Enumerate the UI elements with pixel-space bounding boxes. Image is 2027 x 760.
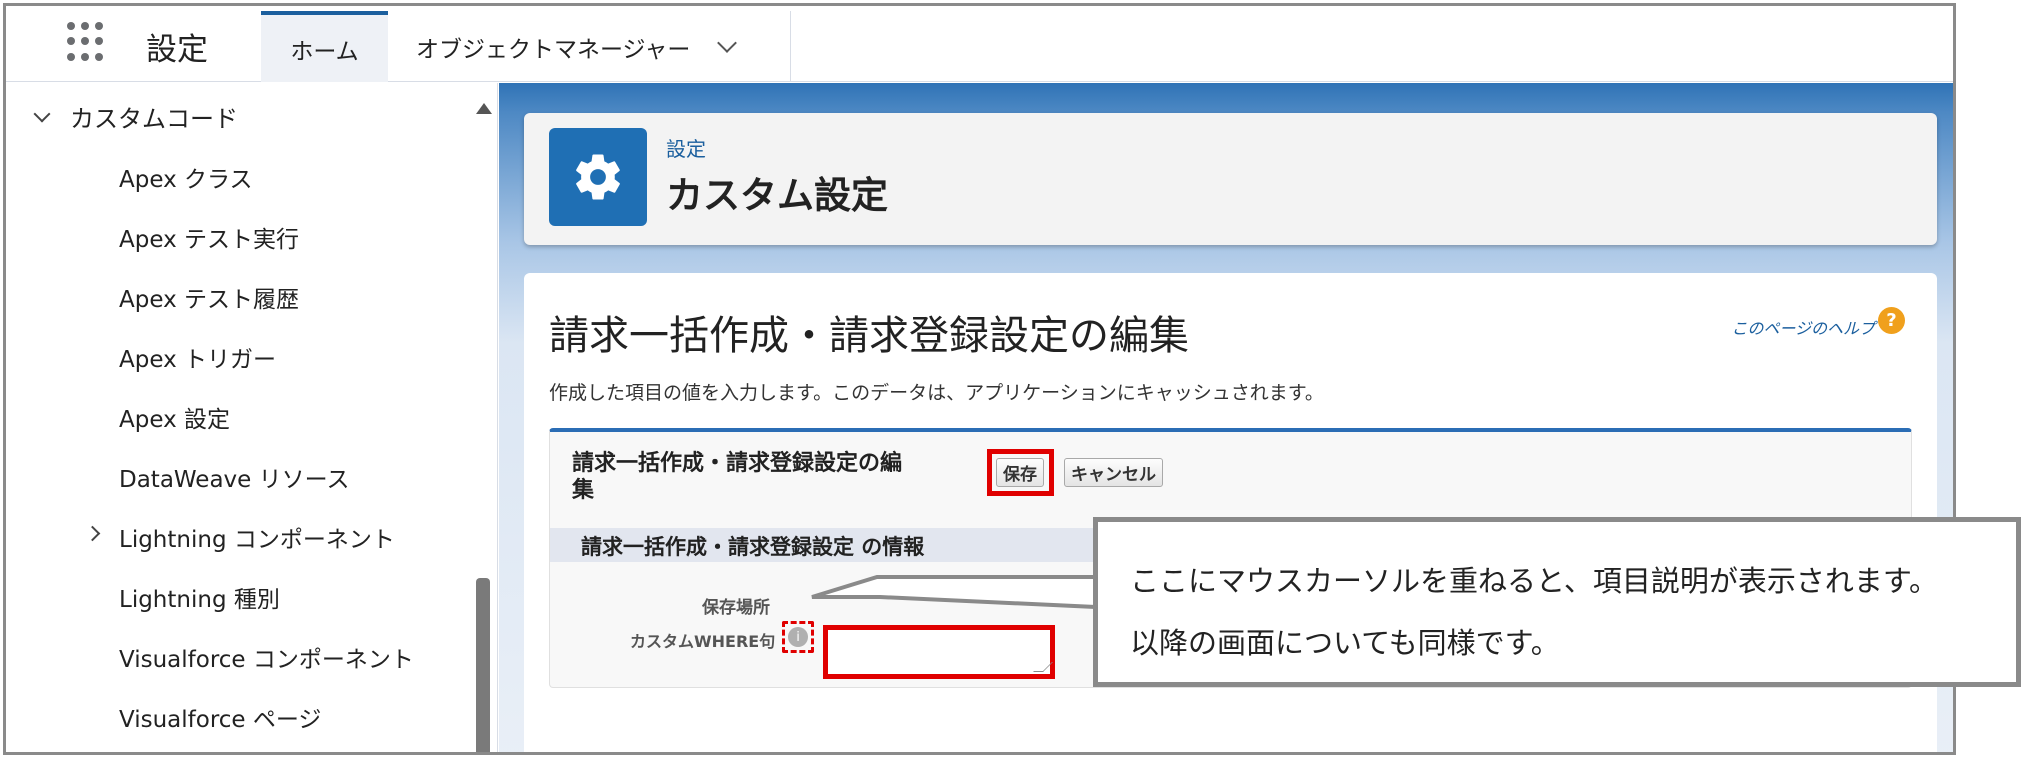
- sidebar-section-label: カスタムコード: [70, 105, 238, 133]
- field-help-icon[interactable]: i: [788, 627, 808, 647]
- sidebar-section-custom-code[interactable]: カスタムコード: [33, 99, 238, 134]
- chevron-down-icon: [33, 105, 51, 122]
- chevron-down-icon[interactable]: [717, 32, 738, 53]
- sidebar-item-apex-settings[interactable]: Apex 設定: [119, 400, 230, 434]
- location-label: 保存場所: [702, 598, 770, 618]
- breadcrumb[interactable]: 設定: [666, 133, 706, 162]
- app-launcher-icon[interactable]: [67, 22, 107, 62]
- sidebar-item-lightning-types[interactable]: Lightning 種別: [119, 580, 280, 614]
- callout-line-1: ここにマウスカーソルを重ねると、項目説明が表示されます。: [1130, 564, 1938, 598]
- save-button[interactable]: 保存: [996, 458, 1044, 487]
- sidebar-item-visualforce-pages[interactable]: Visualforce ページ: [119, 700, 321, 734]
- page-header-card: 設定 カスタム設定: [524, 113, 1937, 245]
- page-header-title: カスタム設定: [666, 174, 888, 217]
- help-icon[interactable]: ?: [1878, 307, 1905, 334]
- tab-object-manager-label: オブジェクトマネージャー: [416, 36, 691, 63]
- help-link[interactable]: このページのヘルプ: [1731, 315, 1875, 339]
- setup-sidebar: カスタムコード Apex クラス Apex テスト実行 Apex テスト履歴 A…: [6, 83, 498, 752]
- app-title: 設定: [146, 32, 208, 68]
- page-title: 請求一括作成・請求登録設定の編集: [549, 313, 1189, 359]
- page-description: 作成した項目の値を入力します。このデータは、アプリケーションにキャッシュされます…: [549, 382, 1324, 404]
- sidebar-item-apex-class[interactable]: Apex クラス: [119, 160, 253, 194]
- callout-line-2: 以降の画面についても同様です。: [1130, 626, 1560, 660]
- section-title: 請求一括作成・請求登録設定 の情報: [581, 535, 925, 559]
- sidebar-item-apex-test-run[interactable]: Apex テスト実行: [119, 220, 299, 254]
- chevron-right-icon[interactable]: [84, 525, 101, 542]
- tab-home[interactable]: ホーム: [261, 11, 388, 82]
- edit-form-title: 請求一括作成・請求登録設定の編集: [572, 451, 903, 503]
- annotation-callout: ここにマウスカーソルを重ねると、項目説明が表示されます。 以降の画面についても同…: [1093, 517, 2021, 687]
- scrollbar-thumb[interactable]: [476, 578, 490, 752]
- resize-grip-icon[interactable]: [1033, 662, 1053, 672]
- top-nav-bar: 設定 ホーム オブジェクトマネージャー: [6, 6, 1953, 82]
- scroll-up-arrow[interactable]: [476, 103, 492, 114]
- tab-object-manager[interactable]: オブジェクトマネージャー: [388, 11, 791, 82]
- where-clause-textarea[interactable]: [823, 625, 1055, 679]
- sidebar-item-lightning-components[interactable]: Lightning コンポーネント: [84, 520, 395, 554]
- cancel-button[interactable]: キャンセル: [1064, 458, 1163, 487]
- sidebar-item-label: Lightning コンポーネント: [119, 527, 395, 553]
- sidebar-item-apex-test-history[interactable]: Apex テスト履歴: [119, 280, 299, 314]
- gear-icon: [549, 128, 647, 226]
- sidebar-item-dataweave[interactable]: DataWeave リソース: [119, 460, 349, 494]
- sidebar-item-visualforce-components[interactable]: Visualforce コンポーネント: [119, 640, 414, 674]
- sidebar-item-apex-trigger[interactable]: Apex トリガー: [119, 340, 276, 374]
- where-clause-label: カスタムWHERE句: [630, 632, 776, 651]
